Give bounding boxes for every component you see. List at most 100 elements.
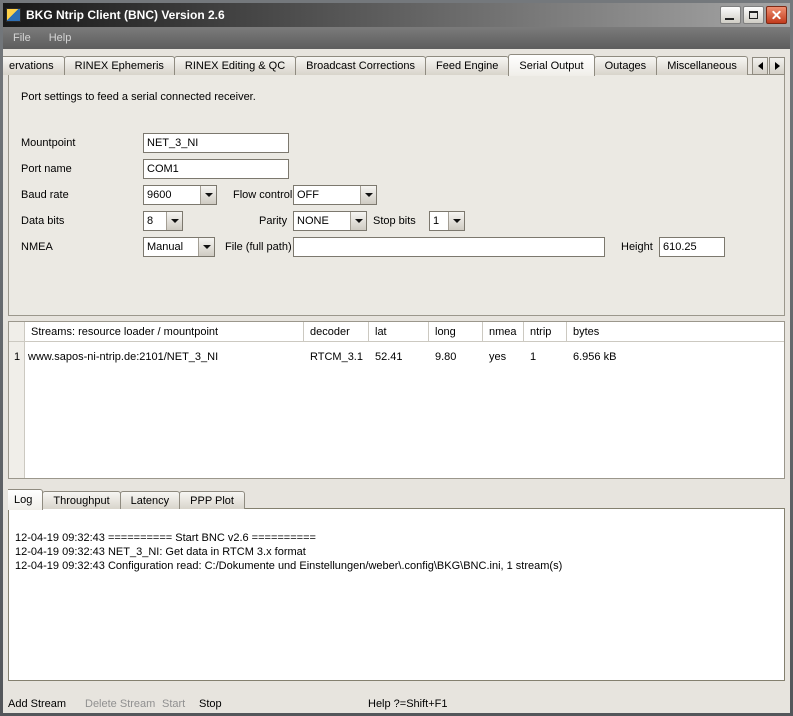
tab-latency[interactable]: Latency	[120, 491, 181, 509]
nmea-value: Manual	[144, 238, 198, 256]
cell-long: 9.80	[429, 351, 483, 363]
row-number: 1	[9, 351, 25, 363]
tab-rinex-editing-qc[interactable]: RINEX Editing & QC	[174, 56, 296, 75]
stop-button[interactable]: Stop	[199, 697, 222, 711]
height-input[interactable]	[659, 237, 725, 257]
maximize-button[interactable]	[743, 6, 764, 24]
nmea-label: NMEA	[21, 237, 53, 257]
log-output[interactable]: 12-04-19 09:32:43 ========== Start BNC v…	[8, 508, 785, 681]
tab-observations[interactable]: ervations	[3, 56, 65, 75]
app-window: BKG Ntrip Client (BNC) Version 2.6 File …	[0, 0, 793, 716]
column-header-bytes: bytes	[567, 322, 784, 341]
window-title: BKG Ntrip Client (BNC) Version 2.6	[26, 8, 715, 22]
tab-label: ervations	[9, 60, 54, 72]
left-arrow-icon	[758, 62, 763, 70]
tab-label: Outages	[605, 60, 647, 72]
column-header-long: long	[429, 322, 483, 341]
window-controls	[720, 6, 787, 24]
dropdown-arrow-icon	[360, 186, 376, 204]
tab-label: Latency	[131, 495, 170, 507]
column-header-lat: lat	[369, 322, 429, 341]
tab-broadcast-corrections[interactable]: Broadcast Corrections	[295, 56, 426, 75]
dropdown-arrow-icon	[198, 238, 214, 256]
stop-bits-select[interactable]: 1	[429, 211, 465, 231]
cell-bytes: 6.956 kB	[567, 351, 784, 363]
delete-stream-button[interactable]: Delete Stream	[85, 697, 155, 711]
column-header-mountpoint: Streams: resource loader / mountpoint	[25, 322, 304, 341]
tab-label: Broadcast Corrections	[306, 60, 415, 72]
chevron-down-icon	[203, 245, 211, 249]
tab-throughput[interactable]: Throughput	[42, 491, 120, 509]
stop-bits-label: Stop bits	[373, 211, 416, 231]
port-name-input[interactable]	[143, 159, 289, 179]
titlebar[interactable]: BKG Ntrip Client (BNC) Version 2.6	[3, 3, 790, 27]
mountpoint-label: Mountpoint	[21, 133, 75, 153]
tab-label: Log	[14, 494, 32, 506]
panel-description: Port settings to feed a serial connected…	[21, 91, 256, 103]
stop-bits-value: 1	[430, 212, 448, 230]
column-header-decoder: decoder	[304, 322, 369, 341]
mountpoint-input[interactable]	[143, 133, 289, 153]
menu-help[interactable]: Help	[49, 32, 72, 44]
file-path-input[interactable]	[293, 237, 605, 257]
chevron-down-icon	[355, 219, 363, 223]
height-label: Height	[621, 237, 653, 257]
start-button[interactable]: Start	[162, 697, 185, 711]
data-bits-select[interactable]: 8	[143, 211, 183, 231]
tab-label: RINEX Ephemeris	[75, 60, 164, 72]
file-path-label: File (full path)	[225, 237, 292, 257]
flow-control-label: Flow control	[233, 185, 292, 205]
dropdown-arrow-icon	[200, 186, 216, 204]
app-icon	[6, 8, 21, 22]
baud-rate-select[interactable]: 9600	[143, 185, 217, 205]
table-row[interactable]: 1 www.sapos-ni-ntrip.de:2101/NET_3_NI RT…	[9, 349, 784, 365]
cell-nmea: yes	[483, 351, 524, 363]
parity-value: NONE	[294, 212, 350, 230]
data-bits-label: Data bits	[21, 211, 64, 231]
minimize-button[interactable]	[720, 6, 741, 24]
tab-scroll-buttons	[751, 57, 785, 75]
tab-ppp-plot[interactable]: PPP Plot	[179, 491, 245, 509]
log-line: 12-04-19 09:32:43 Configuration read: C:…	[9, 559, 784, 573]
tab-label: Throughput	[53, 495, 109, 507]
tab-feed-engine[interactable]: Feed Engine	[425, 56, 509, 75]
close-button[interactable]	[766, 6, 787, 24]
client-area: ervations RINEX Ephemeris RINEX Editing …	[3, 49, 790, 713]
flow-control-value: OFF	[294, 186, 360, 204]
tab-label: Feed Engine	[436, 60, 498, 72]
chevron-down-icon	[453, 219, 461, 223]
baud-rate-label: Baud rate	[21, 185, 69, 205]
tab-rinex-ephemeris[interactable]: RINEX Ephemeris	[64, 56, 175, 75]
chevron-down-icon	[365, 193, 373, 197]
add-stream-button[interactable]: Add Stream	[8, 697, 66, 711]
flow-control-select[interactable]: OFF	[293, 185, 377, 205]
tab-label: RINEX Editing & QC	[185, 60, 285, 72]
tab-outages[interactable]: Outages	[594, 56, 658, 75]
chevron-down-icon	[171, 219, 179, 223]
tab-label: PPP Plot	[190, 495, 234, 507]
dropdown-arrow-icon	[166, 212, 182, 230]
cell-lat: 52.41	[369, 351, 429, 363]
chevron-down-icon	[205, 193, 213, 197]
streams-table: Streams: resource loader / mountpoint de…	[8, 321, 785, 479]
maximize-icon	[749, 11, 758, 19]
port-name-label: Port name	[21, 159, 72, 179]
help-button[interactable]: Help ?=Shift+F1	[368, 697, 448, 711]
serial-output-panel: Port settings to feed a serial connected…	[8, 74, 785, 316]
tab-scroll-right-button[interactable]	[769, 57, 785, 75]
column-header-nmea: nmea	[483, 322, 524, 341]
tab-serial-output[interactable]: Serial Output	[508, 54, 594, 76]
tab-miscellaneous[interactable]: Miscellaneous	[656, 56, 748, 75]
tab-bar: ervations RINEX Ephemeris RINEX Editing …	[3, 53, 747, 75]
tab-scroll-left-button[interactable]	[752, 57, 768, 75]
parity-label: Parity	[259, 211, 287, 231]
dropdown-arrow-icon	[448, 212, 464, 230]
row-number-gutter	[9, 322, 25, 478]
parity-select[interactable]: NONE	[293, 211, 367, 231]
tab-log[interactable]: Log	[8, 489, 43, 510]
streams-table-header: Streams: resource loader / mountpoint de…	[9, 322, 784, 342]
cell-ntrip: 1	[524, 351, 567, 363]
menu-file[interactable]: File	[13, 32, 31, 44]
nmea-select[interactable]: Manual	[143, 237, 215, 257]
minimize-icon	[725, 18, 734, 20]
